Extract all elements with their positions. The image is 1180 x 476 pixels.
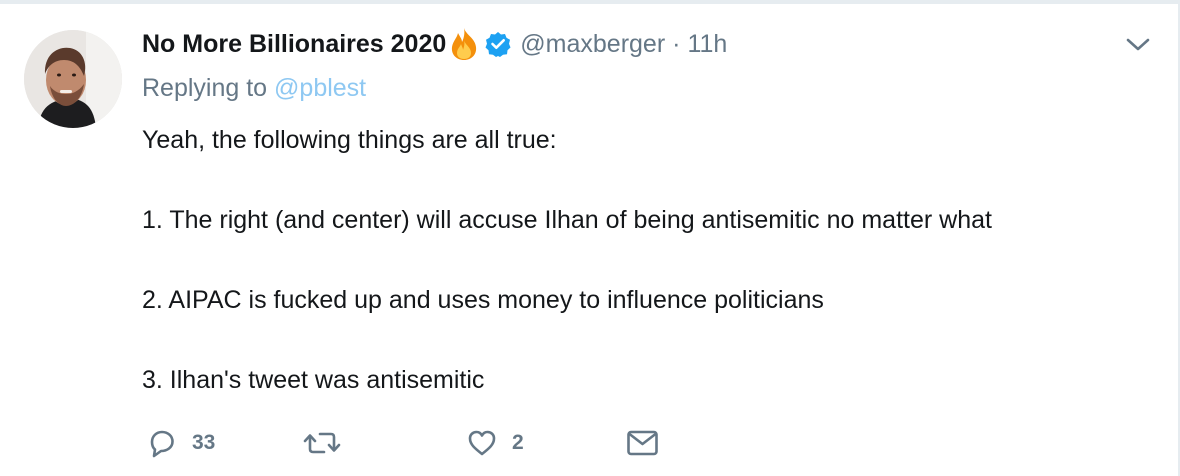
reply-count: 33: [192, 431, 216, 454]
tweet-text-line: Yeah, the following things are all true:: [142, 126, 557, 154]
tweet-text: Yeah, the following things are all true:…: [142, 120, 1142, 400]
retweet-icon: [303, 432, 341, 454]
top-divider: [0, 0, 1180, 4]
author-name[interactable]: No More Billionaires 2020: [142, 30, 446, 59]
replying-prefix: Replying to: [142, 74, 268, 102]
tweet-text-line: 3. Ilhan's tweet was antisemitic: [142, 366, 485, 394]
tweet-header: No More Billionaires 2020 @maxberger · 1…: [142, 26, 727, 62]
tweet-text-blank: [142, 320, 1142, 360]
replying-to: Replying to @pblest: [142, 74, 366, 103]
verified-icon: [485, 31, 511, 57]
flame-icon: [447, 26, 481, 62]
reply-icon: [150, 430, 174, 458]
mail-icon: [627, 430, 658, 456]
tweet-text-line: 2. AIPAC is fucked up and uses money to …: [142, 286, 824, 314]
like-button[interactable]: 2: [466, 420, 524, 466]
tweet-text-line: 1. The right (and center) will accuse Il…: [142, 206, 992, 234]
reply-button[interactable]: 33: [146, 420, 215, 466]
retweet-button[interactable]: [302, 420, 356, 466]
timestamp[interactable]: 11h: [687, 30, 727, 59]
separator-dot: ·: [672, 29, 681, 58]
tweet-text-blank: [142, 160, 1142, 200]
tweet-actions: 33 2: [0, 420, 1180, 466]
direct-message-button[interactable]: [626, 420, 660, 466]
like-count: 2: [512, 431, 524, 454]
heart-icon: [468, 430, 496, 456]
chevron-down-icon[interactable]: [1124, 34, 1152, 56]
replying-mention[interactable]: @pblest: [274, 74, 366, 102]
tweet-text-blank: [142, 240, 1142, 280]
avatar[interactable]: [24, 30, 122, 128]
author-handle[interactable]: @maxberger: [520, 30, 665, 59]
